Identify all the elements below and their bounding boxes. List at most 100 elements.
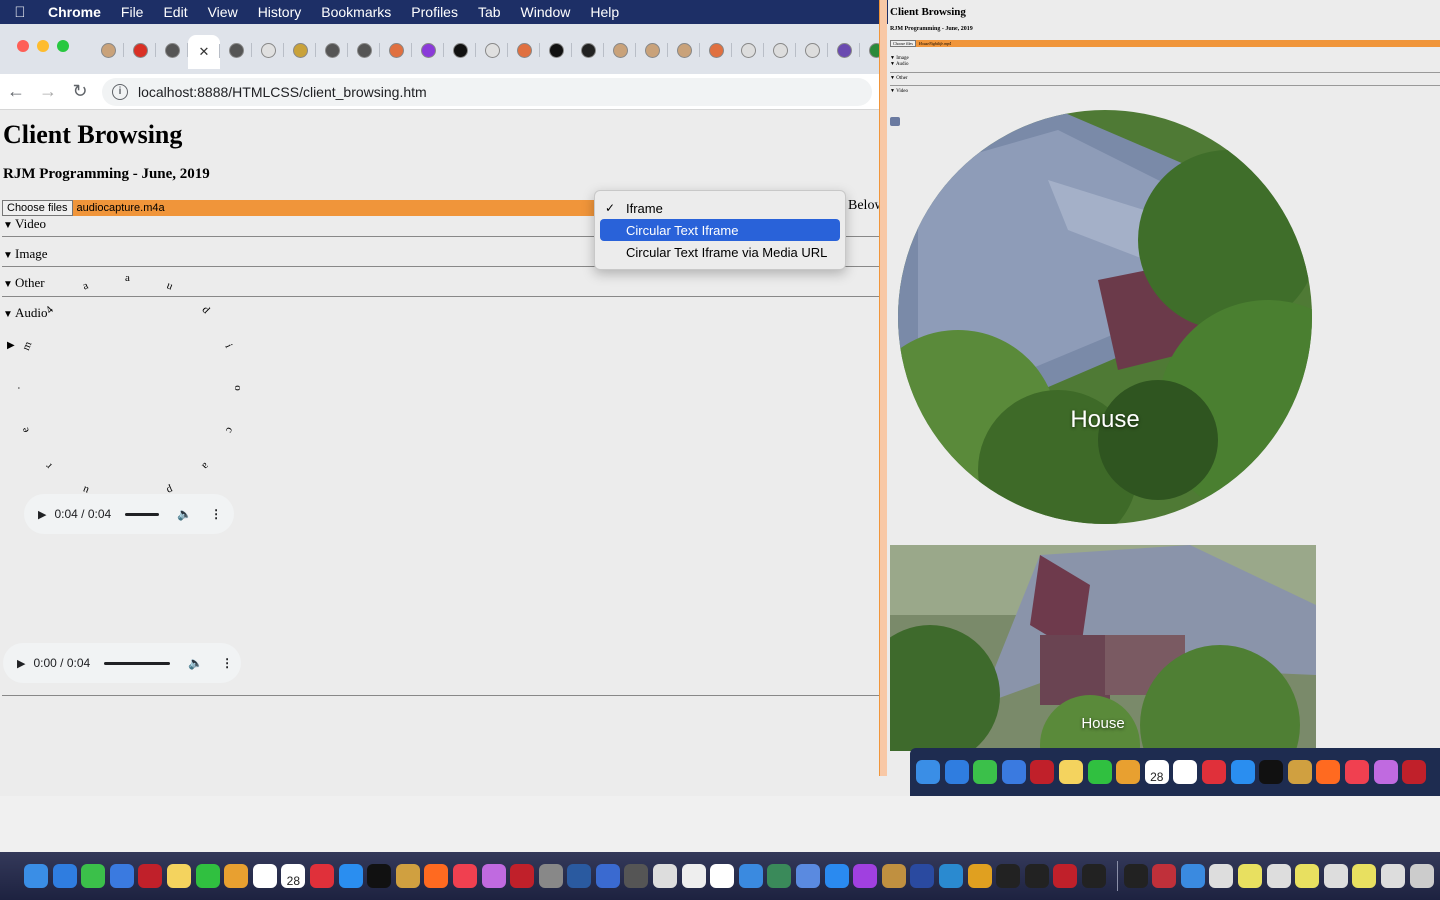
menu-profiles[interactable]: Profiles: [401, 4, 468, 20]
dock-app-icon[interactable]: [481, 864, 506, 888]
menu-view[interactable]: View: [198, 4, 248, 20]
dock-app-icon[interactable]: [367, 864, 392, 888]
dock-app-icon[interactable]: [767, 864, 792, 888]
browser-tab[interactable]: [316, 34, 348, 66]
dock-app-icon[interactable]: [653, 864, 678, 888]
address-bar[interactable]: i localhost:8888/HTMLCSS/client_browsing…: [102, 77, 872, 106]
menu-bookmarks[interactable]: Bookmarks: [311, 4, 401, 20]
browser-tab[interactable]: [732, 34, 764, 66]
play-triangle-icon[interactable]: ▶: [7, 340, 15, 351]
volume-icon[interactable]: 🔈: [177, 507, 192, 521]
dock-app-icon[interactable]: [252, 864, 277, 888]
dock-app-icon[interactable]: [824, 864, 849, 888]
browser-tab[interactable]: [220, 34, 252, 66]
dock-app-icon[interactable]: [1316, 760, 1341, 784]
dock-app-icon[interactable]: [1344, 760, 1369, 784]
dock-app-icon[interactable]: [81, 864, 106, 888]
audio-player-1[interactable]: ▶ 0:04 / 0:04 🔈 ⋮: [24, 494, 234, 534]
dock-app-icon[interactable]: [1201, 760, 1226, 784]
info-icon[interactable]: i: [112, 83, 128, 100]
details-video[interactable]: ▼ Video: [3, 216, 46, 232]
dock-app-icon[interactable]: [1053, 864, 1078, 888]
browser-tab[interactable]: [380, 34, 412, 66]
dock-app-icon[interactable]: [1402, 760, 1427, 784]
dock-app-icon[interactable]: [452, 864, 477, 888]
dock-app-icon[interactable]: [1081, 864, 1106, 888]
menu-tab[interactable]: Tab: [468, 4, 511, 20]
dock-app-icon[interactable]: [166, 864, 191, 888]
dock-app-icon[interactable]: [1237, 864, 1262, 888]
choose-files-button[interactable]: Choose files: [2, 200, 73, 216]
dock-app-icon[interactable]: [1087, 760, 1112, 784]
dock-app-icon[interactable]: [681, 864, 706, 888]
dock-app-icon[interactable]: [52, 864, 77, 888]
dock-app-icon[interactable]: [853, 864, 878, 888]
dock-app-icon[interactable]: [195, 864, 220, 888]
dock-app-icon[interactable]: [1024, 864, 1049, 888]
dock-app-icon[interactable]: [1409, 864, 1434, 888]
menu-history[interactable]: History: [248, 4, 312, 20]
dock-app-icon[interactable]: [1180, 864, 1205, 888]
dock-app-icon[interactable]: [1030, 760, 1055, 784]
dock-app-icon[interactable]: [1001, 760, 1026, 784]
audio-progress[interactable]: [125, 512, 160, 516]
dock-app-icon[interactable]: [1259, 760, 1284, 784]
dock-app-icon[interactable]: [710, 864, 735, 888]
dock-app-icon[interactable]: [1116, 760, 1141, 784]
menu-edit[interactable]: Edit: [153, 4, 197, 20]
menu-help[interactable]: Help: [580, 4, 629, 20]
back-arrow-icon[interactable]: ←: [0, 81, 32, 102]
window-resize-handle[interactable]: [879, 0, 887, 776]
browser-tab[interactable]: [540, 34, 572, 66]
dock-app-icon[interactable]: [1380, 864, 1405, 888]
minimize-window-button[interactable]: [37, 40, 49, 52]
dock-app-icon[interactable]: [624, 864, 649, 888]
dock-app-icon[interactable]: [910, 864, 935, 888]
browser-tab[interactable]: [764, 34, 796, 66]
dock-app-icon[interactable]: [424, 864, 449, 888]
dock-app-icon[interactable]: [1209, 864, 1234, 888]
browser-tab[interactable]: [796, 34, 828, 66]
browser-tab[interactable]: [700, 34, 732, 66]
dock-app-icon[interactable]: [944, 760, 969, 784]
dock-app-icon[interactable]: [1123, 864, 1148, 888]
dock-app-icon[interactable]: [538, 864, 563, 888]
forward-arrow-icon[interactable]: →: [32, 81, 64, 102]
audio-progress[interactable]: [104, 661, 171, 665]
details-image[interactable]: ▼ Image: [3, 246, 47, 262]
preview-details-audio[interactable]: ▼ Audio: [890, 62, 908, 67]
reload-icon[interactable]: ↻: [64, 81, 96, 102]
dock-app-icon[interactable]: [510, 864, 535, 888]
dock-app-icon[interactable]: [1152, 864, 1177, 888]
dock-app-icon[interactable]: [1230, 760, 1255, 784]
audio-player-2[interactable]: ▶ 0:00 / 0:04 🔈 ⋮: [3, 643, 241, 683]
browser-tab[interactable]: [636, 34, 668, 66]
dropdown-option-iframe[interactable]: ✓ Iframe: [600, 197, 840, 219]
dock-app-icon[interactable]: [1323, 864, 1348, 888]
browser-tab[interactable]: [572, 34, 604, 66]
browser-tab[interactable]: [444, 34, 476, 66]
dock-app-icon[interactable]: [996, 864, 1021, 888]
dock-app-icon[interactable]: [738, 864, 763, 888]
pause-icon[interactable]: [890, 117, 900, 126]
dock-app-icon[interactable]: [1266, 864, 1291, 888]
calendar-icon[interactable]: 28: [281, 864, 306, 888]
browser-tab[interactable]: [156, 34, 188, 66]
close-window-button[interactable]: [17, 40, 29, 52]
browser-tab[interactable]: [828, 34, 860, 66]
dock-app-icon[interactable]: [973, 760, 998, 784]
menu-app-name[interactable]: Chrome: [40, 4, 111, 20]
dock-app-icon[interactable]: [1352, 864, 1377, 888]
dock-app-icon[interactable]: [567, 864, 592, 888]
dock-app-icon[interactable]: [224, 864, 249, 888]
dock-app-icon[interactable]: [138, 864, 163, 888]
dock-app-icon[interactable]: [24, 864, 48, 888]
dock-app-icon[interactable]: [1173, 760, 1198, 784]
preview-details-video[interactable]: ▼ Video: [890, 89, 908, 94]
browser-tab[interactable]: [124, 34, 156, 66]
dock-app-icon[interactable]: [1058, 760, 1083, 784]
zoom-window-button[interactable]: [57, 40, 69, 52]
browser-tab[interactable]: [92, 34, 124, 66]
browser-tab[interactable]: [348, 34, 380, 66]
dock-app-icon[interactable]: [916, 760, 940, 784]
